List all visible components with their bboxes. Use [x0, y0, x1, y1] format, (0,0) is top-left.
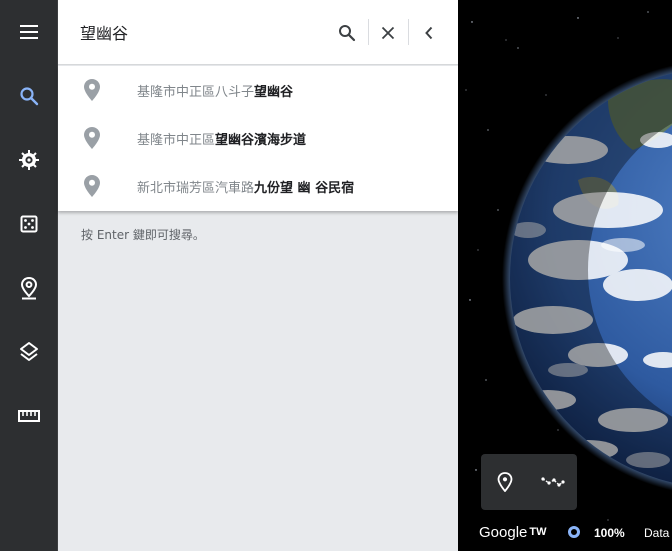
- clear-search-button[interactable]: [371, 16, 405, 50]
- chevron-left-icon: [425, 26, 433, 40]
- path-icon: [541, 477, 565, 487]
- suggestion-match: 九份望 幽 谷民宿: [254, 181, 355, 196]
- data-attribution-link[interactable]: Data: [644, 526, 669, 540]
- zoom-indicator-icon[interactable]: [568, 526, 580, 538]
- zoom-level: 100%: [594, 526, 625, 540]
- suggestion-item[interactable]: 基隆市中正區望幽谷濱海步道: [58, 114, 458, 162]
- suggestion-text: 基隆市中正區望幽谷濱海步道: [137, 129, 306, 148]
- search-submit-button[interactable]: [330, 16, 364, 50]
- voyager-icon: [19, 150, 39, 170]
- measure-icon: [18, 410, 40, 422]
- place-pin-icon: [84, 127, 100, 149]
- suggestion-prefix: 基隆市中正區八斗子: [137, 85, 255, 100]
- map-style-button[interactable]: [0, 328, 58, 376]
- projects-button[interactable]: [0, 264, 58, 312]
- google-logo: Google TW: [479, 524, 546, 541]
- collapse-panel-button[interactable]: [412, 16, 446, 50]
- divider: [408, 19, 409, 45]
- place-pin-icon: [84, 175, 100, 197]
- suggestion-match: 望幽谷: [254, 85, 294, 100]
- voyager-button[interactable]: [0, 136, 58, 184]
- suggestion-item[interactable]: 新北市瑞芳區汽車路九份望 幽 谷民宿: [58, 162, 458, 210]
- divider: [368, 19, 369, 45]
- search-input[interactable]: [80, 18, 320, 46]
- suggestion-prefix: 新北市瑞芳區汽車路: [137, 181, 255, 196]
- search-panel: 基隆市中正區八斗子望幽谷 基隆市中正區望幽谷濱海步道 新北市瑞芳區汽車路九份望 …: [58, 0, 458, 551]
- search-bar: [58, 0, 458, 65]
- menu-button[interactable]: [0, 8, 58, 56]
- suggestion-list: 基隆市中正區八斗子望幽谷 基隆市中正區望幽谷濱海步道 新北市瑞芳區汽車路九份望 …: [58, 66, 458, 211]
- suggestion-text: 基隆市中正區八斗子望幽谷: [137, 81, 293, 100]
- feeling-lucky-icon: [20, 215, 38, 233]
- search-icon: [20, 87, 39, 106]
- suggestion-item[interactable]: 基隆市中正區八斗子望幽谷: [58, 66, 458, 114]
- menu-icon: [20, 25, 38, 39]
- brand-region: TW: [529, 526, 547, 538]
- add-placemark-button[interactable]: [485, 462, 525, 502]
- place-pin-icon: [84, 79, 100, 101]
- suggestion-match: 望幽谷濱海步道: [215, 133, 307, 148]
- draw-path-button[interactable]: [533, 462, 573, 502]
- feeling-lucky-button[interactable]: [0, 200, 58, 248]
- bottom-toolbox: [481, 454, 577, 510]
- search-icon: [339, 25, 356, 42]
- search-rail-button[interactable]: [0, 72, 58, 120]
- close-icon: [381, 26, 395, 40]
- measure-button[interactable]: [0, 392, 58, 440]
- projects-icon: [20, 276, 38, 300]
- suggestion-prefix: 基隆市中正區: [137, 133, 216, 148]
- suggestion-text: 新北市瑞芳區汽車路九份望 幽 谷民宿: [137, 177, 354, 196]
- search-hint: 按 Enter 鍵即可搜尋。: [81, 228, 205, 242]
- brand-text: Google: [479, 524, 528, 541]
- left-rail: [0, 0, 58, 551]
- map-style-icon: [20, 342, 38, 361]
- placemark-icon: [497, 472, 513, 492]
